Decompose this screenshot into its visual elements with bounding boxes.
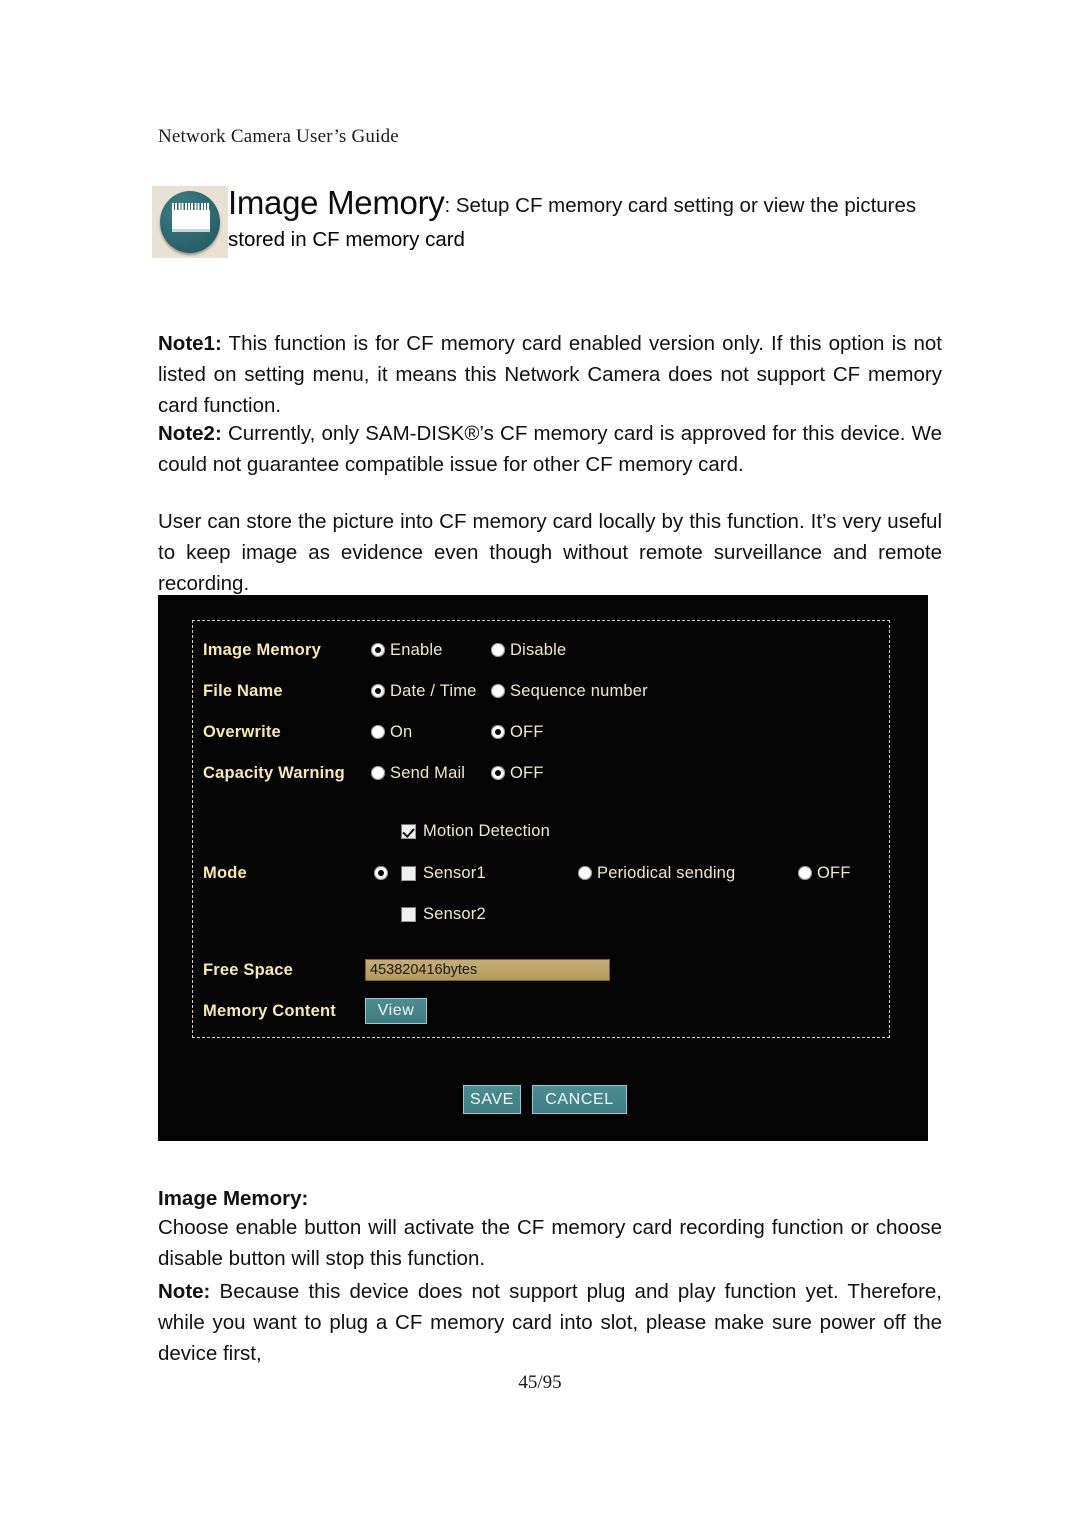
- radio-off-icon: [371, 725, 385, 739]
- section-title-line: Image Memory: Setup CF memory card setti…: [152, 186, 942, 221]
- radio-on-icon: [371, 684, 385, 698]
- note2-paragraph: Note2: Currently, only SAM-DISK®’s CF me…: [158, 418, 942, 480]
- checkbox-sensor1[interactable]: Sensor1: [401, 864, 486, 883]
- radio-capacity-send-mail[interactable]: Send Mail: [371, 764, 465, 783]
- settings-form-frame: Image Memory Enable Disable File Name Da…: [192, 620, 890, 1038]
- radio-image-memory-enable[interactable]: Enable: [371, 641, 443, 660]
- radio-image-memory-disable-label: Disable: [510, 641, 567, 659]
- note1-text: This function is for CF memory card enab…: [158, 332, 942, 417]
- radio-file-name-datetime-label: Date / Time: [390, 682, 477, 700]
- label-capacity-warning: Capacity Warning: [203, 764, 345, 782]
- radio-image-memory-enable-label: Enable: [390, 641, 443, 659]
- radio-capacity-off-label: OFF: [510, 764, 544, 782]
- form-row-memory-content: Memory Content View: [193, 998, 889, 1024]
- cf-memory-card-icon: [152, 186, 228, 258]
- view-button[interactable]: View: [365, 998, 427, 1024]
- form-row-image-memory: Image Memory Enable Disable: [193, 641, 889, 663]
- radio-mode-periodical[interactable]: Periodical sending: [578, 864, 735, 883]
- note1-label: Note1:: [158, 332, 222, 355]
- page-footer: 45/95: [518, 1372, 562, 1393]
- radio-on-icon: [371, 643, 385, 657]
- form-row-file-name: File Name Date / Time Sequence number: [193, 682, 889, 704]
- explanation-note-label: Note:: [158, 1280, 211, 1303]
- explanation-note: Note: Because this device does not suppo…: [158, 1276, 942, 1369]
- radio-off-icon: [371, 766, 385, 780]
- radio-file-name-sequence-label: Sequence number: [510, 682, 648, 700]
- checkbox-sensor1-label: Sensor1: [423, 864, 486, 882]
- free-space-input[interactable]: 453820416bytes: [365, 959, 610, 981]
- radio-overwrite-off[interactable]: OFF: [491, 723, 544, 742]
- note1-paragraph: Note1: This function is for CF memory ca…: [158, 328, 942, 421]
- radio-overwrite-on[interactable]: On: [371, 723, 412, 742]
- form-row-overwrite: Overwrite On OFF: [193, 723, 889, 745]
- intro-paragraph: User can store the picture into CF memor…: [158, 510, 942, 595]
- checkbox-sensor2[interactable]: Sensor2: [401, 905, 486, 924]
- radio-image-memory-disable[interactable]: Disable: [491, 641, 566, 660]
- label-overwrite: Overwrite: [203, 723, 281, 741]
- radio-off-icon: [491, 684, 505, 698]
- radio-on-icon: [374, 866, 388, 880]
- explanation-body: Choose enable button will activate the C…: [158, 1216, 942, 1270]
- checkbox-sensor2-label: Sensor2: [423, 905, 486, 923]
- settings-screenshot: Image Memory Enable Disable File Name Da…: [158, 595, 928, 1141]
- form-row-motion-detection: Motion Detection: [193, 822, 889, 844]
- radio-off-icon: [491, 643, 505, 657]
- section-title-block: Image Memory: Setup CF memory card setti…: [152, 186, 942, 258]
- note2-text: Currently, only SAM-DISK®’s CF memory ca…: [158, 422, 942, 476]
- radio-file-name-datetime[interactable]: Date / Time: [371, 682, 477, 701]
- checkbox-checked-icon: [401, 824, 416, 839]
- form-row-capacity-warning: Capacity Warning Send Mail OFF: [193, 764, 889, 786]
- radio-capacity-send-mail-label: Send Mail: [390, 764, 466, 782]
- checkbox-motion-detection[interactable]: Motion Detection: [401, 822, 550, 841]
- form-row-free-space: Free Space 453820416bytes: [193, 959, 889, 983]
- cancel-button[interactable]: CANCEL: [532, 1085, 627, 1114]
- radio-mode-periodical-label: Periodical sending: [597, 864, 736, 882]
- explanation-note-text: Because this device does not support plu…: [158, 1280, 942, 1365]
- radio-mode-off-label: OFF: [817, 864, 851, 882]
- note2-label: Note2:: [158, 422, 222, 445]
- radio-on-icon: [491, 766, 505, 780]
- page-title: Image Memory: [228, 184, 445, 221]
- radio-off-icon: [578, 866, 592, 880]
- radio-overwrite-on-label: On: [390, 723, 413, 741]
- form-row-sensor2: Sensor2: [193, 905, 889, 927]
- radio-capacity-off[interactable]: OFF: [491, 764, 544, 783]
- radio-mode-trigger[interactable]: [374, 864, 393, 883]
- title-description-line1: Setup CF memory card setting or view the…: [450, 194, 917, 217]
- icon-card-body: [172, 210, 210, 232]
- save-button[interactable]: SAVE: [463, 1085, 521, 1114]
- document-page: Network Camera User’s Guide Image Memory…: [0, 0, 1080, 1528]
- running-header: Network Camera User’s Guide: [158, 126, 399, 147]
- label-file-name: File Name: [203, 682, 283, 700]
- radio-off-icon: [798, 866, 812, 880]
- radio-overwrite-off-label: OFF: [510, 723, 544, 741]
- checkbox-unchecked-icon: [401, 866, 416, 881]
- checkbox-unchecked-icon: [401, 907, 416, 922]
- label-mode: Mode: [203, 864, 247, 882]
- label-memory-content: Memory Content: [203, 1002, 336, 1020]
- explanation-heading: Image Memory:: [158, 1187, 309, 1210]
- radio-mode-off[interactable]: OFF: [798, 864, 851, 883]
- label-image-memory: Image Memory: [203, 641, 321, 659]
- label-free-space: Free Space: [203, 961, 294, 979]
- form-row-mode: Mode Sensor1 Periodical sending OFF: [193, 864, 889, 886]
- radio-file-name-sequence[interactable]: Sequence number: [491, 682, 648, 701]
- title-description-line2: stored in CF memory card: [228, 228, 465, 251]
- checkbox-motion-detection-label: Motion Detection: [423, 822, 551, 840]
- radio-on-icon: [491, 725, 505, 739]
